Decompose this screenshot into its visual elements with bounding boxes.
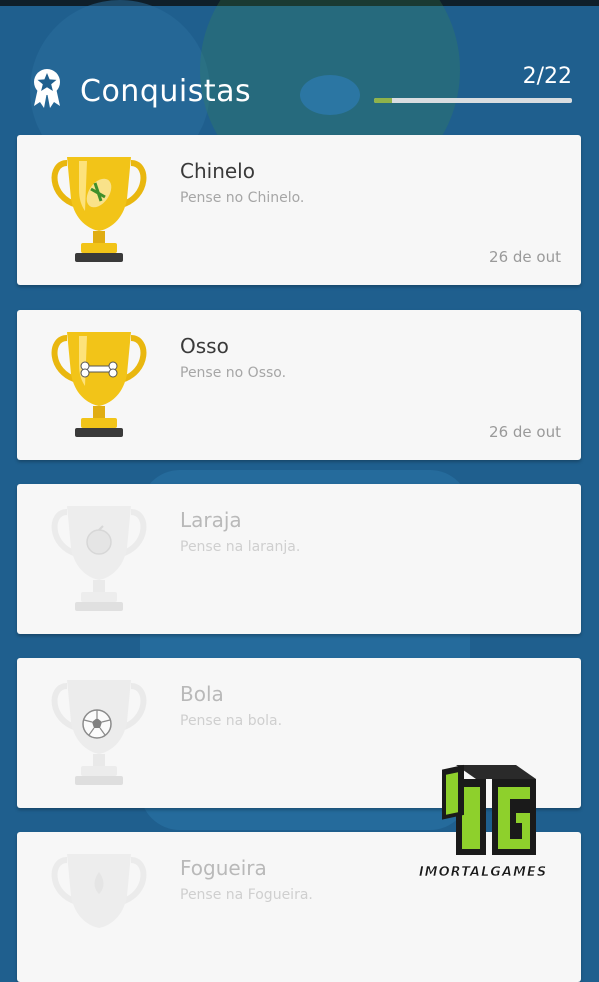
locked-trophy-icon [51,680,147,785]
ig-monogram-icon [442,764,536,855]
imortal-games-logo: IMORTALGAMES [388,757,578,887]
achievement-date: 26 de out [489,248,561,266]
award-ribbon-icon [34,69,60,108]
achievement-date: 26 de out [489,423,561,441]
achievement-description: Pense na laranja. [180,539,301,555]
page-title: Conquistas [80,74,252,109]
achievement-card-chinelo[interactable]: Chinelo Pense no Chinelo. 26 de out [17,135,581,285]
locked-trophy-icon [51,506,147,611]
achievement-description: Pense na Fogueira. [180,887,313,903]
achievement-card-osso[interactable]: Osso Pense no Osso. 26 de out [17,310,581,460]
soccer-ball-icon [82,709,112,739]
gold-trophy-icon [51,157,147,262]
achievement-progress-fill [374,98,393,103]
locked-trophy-icon [51,854,147,928]
achievement-card-laraja[interactable]: Laraja Pense na laranja. [17,484,581,634]
achievement-description: Pense no Osso. [180,365,287,381]
achievement-title: Osso [180,334,229,358]
achievement-count: 2/22 [522,64,572,89]
achievement-title: Chinelo [180,159,255,183]
achievement-title: Bola [180,682,224,706]
logo-wordmark: IMORTALGAMES [418,865,548,881]
gold-trophy-icon [51,332,147,437]
achievement-description: Pense no Chinelo. [180,190,305,206]
achievement-title: Fogueira [180,856,267,880]
app-header: Conquistas 2/22 [0,6,599,130]
achievement-description: Pense na bola. [180,713,283,729]
achievement-title: Laraja [180,508,242,532]
achievement-progress-bar [374,98,572,103]
